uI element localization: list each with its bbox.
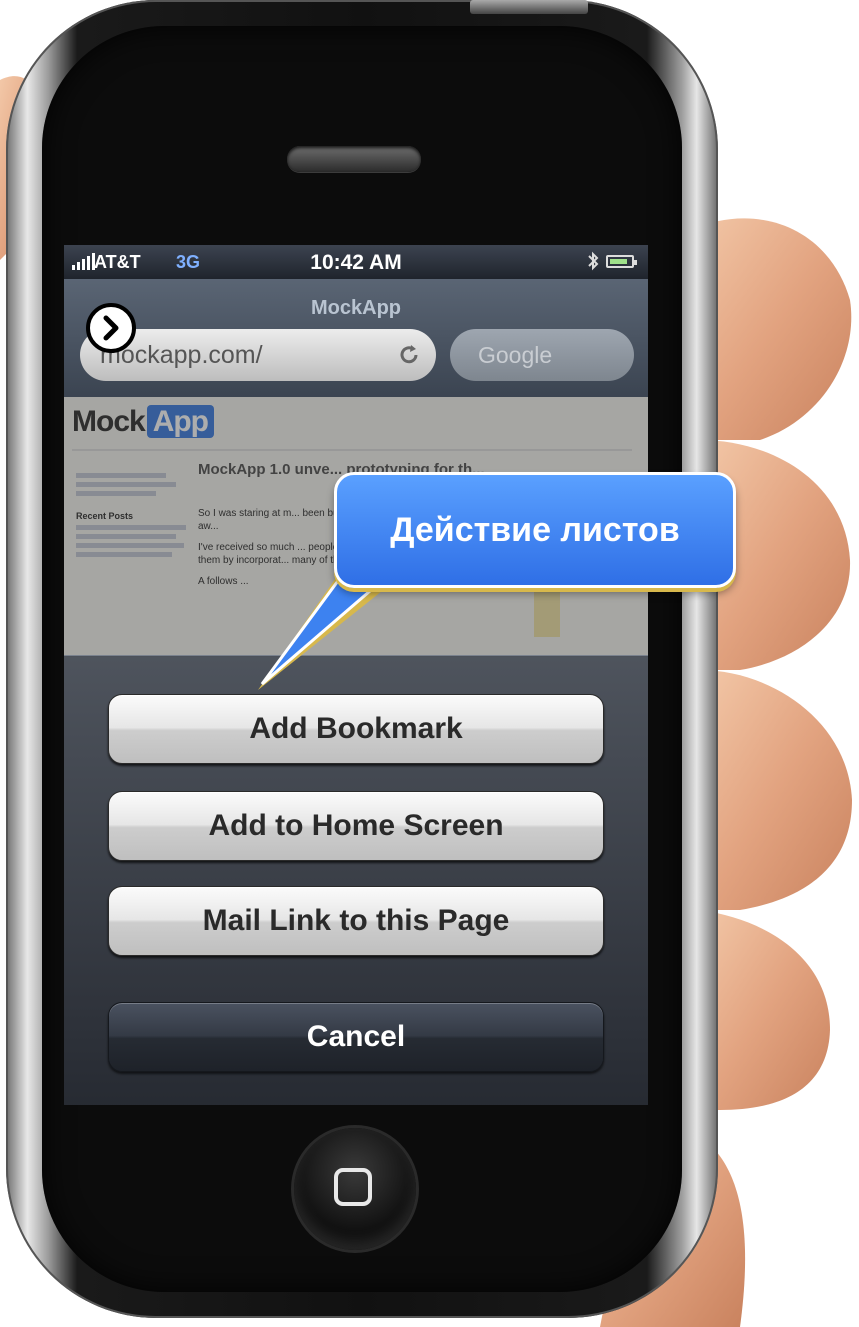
page-title: MockApp <box>311 297 401 319</box>
home-square-icon <box>334 1168 372 1206</box>
home-button[interactable] <box>294 1128 416 1250</box>
chevron-right-icon[interactable] <box>86 303 136 353</box>
add-bookmark-button[interactable]: Add Bookmark <box>108 694 604 764</box>
bluetooth-icon <box>588 251 599 271</box>
action-sheet: Add Bookmark Add to Home Screen Mail Lin… <box>64 655 648 1105</box>
battery-icon <box>606 255 637 268</box>
search-input[interactable]: Google <box>450 329 634 381</box>
phone-screen: AT&T 3G 10:42 AM MockApp mockapp.com/ Go… <box>64 245 648 1105</box>
clock: 10:42 AM <box>310 251 402 274</box>
cancel-button[interactable]: Cancel <box>108 1002 604 1072</box>
sleep-button <box>470 0 588 14</box>
search-placeholder: Google <box>478 342 553 368</box>
annotation-callout: Действие листов <box>334 472 736 588</box>
reload-icon[interactable] <box>398 344 420 366</box>
status-bar: AT&T 3G 10:42 AM <box>64 245 648 279</box>
add-to-home-screen-button[interactable]: Add to Home Screen <box>108 791 604 861</box>
browser-navbar: MockApp mockapp.com/ Google <box>64 279 648 397</box>
mail-link-button[interactable]: Mail Link to this Page <box>108 886 604 956</box>
speaker-grille <box>287 146 421 172</box>
